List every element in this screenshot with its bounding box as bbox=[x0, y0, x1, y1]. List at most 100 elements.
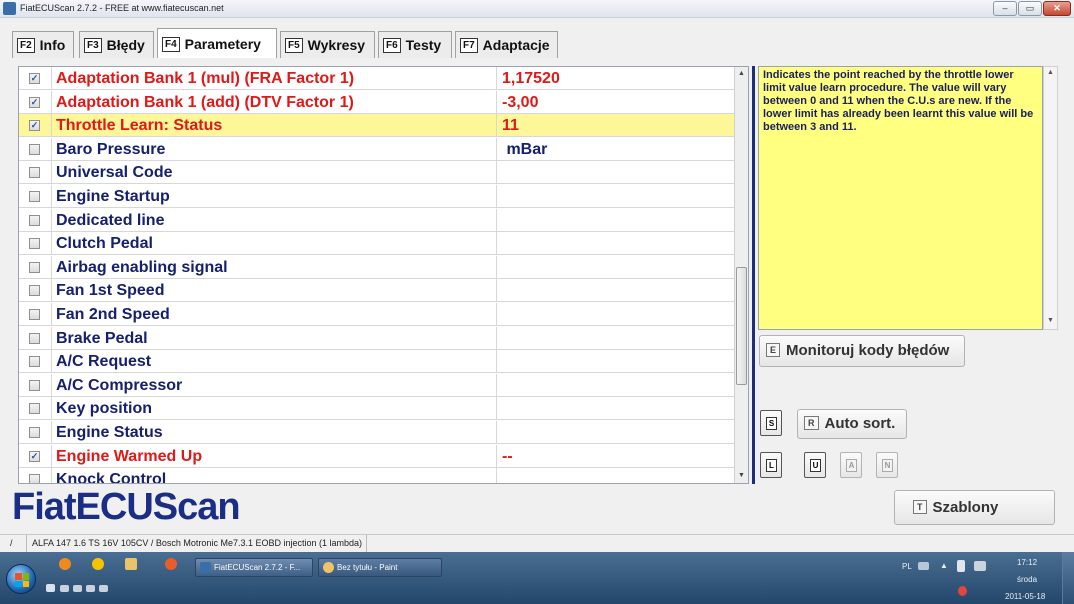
button-key: L bbox=[766, 459, 777, 472]
task-paint[interactable]: Bez tytułu - Paint bbox=[318, 558, 442, 577]
task-fiatecuscan[interactable]: FiatECUScan 2.7.2 - F... bbox=[195, 558, 313, 577]
parameter-row[interactable]: A/C Request bbox=[19, 350, 735, 374]
paint-task-icon bbox=[323, 562, 334, 573]
panel-divider[interactable] bbox=[752, 66, 755, 484]
parameter-checkbox[interactable] bbox=[29, 191, 40, 202]
templates-button[interactable]: T Szablony bbox=[894, 490, 1055, 525]
parameter-row[interactable]: Brake Pedal bbox=[19, 326, 735, 350]
parameter-checkbox[interactable] bbox=[29, 309, 40, 320]
drive-icon[interactable] bbox=[73, 585, 82, 592]
tab-testy[interactable]: F6 Testy bbox=[378, 31, 452, 58]
parameter-name: Engine Startup bbox=[51, 185, 496, 208]
close-button[interactable]: ✕ bbox=[1043, 1, 1071, 16]
browser-icon[interactable] bbox=[59, 558, 71, 570]
network-icon[interactable] bbox=[974, 561, 986, 571]
parameter-value: 11 bbox=[496, 114, 735, 138]
button-label: Monitoruj kody błędów bbox=[786, 342, 950, 359]
parameter-row[interactable]: Engine Status bbox=[19, 421, 735, 444]
parameter-checkbox[interactable]: ✓ bbox=[29, 450, 40, 462]
tab-wykresy[interactable]: F5 Wykresy bbox=[280, 31, 375, 58]
parameter-row[interactable]: Clutch Pedal bbox=[19, 232, 735, 256]
show-hidden-icons-icon[interactable]: ▲ bbox=[940, 561, 948, 570]
parameter-row[interactable]: ✓ Adaptation Bank 1 (mul) (FRA Factor 1) 1… bbox=[19, 67, 735, 90]
parameter-row[interactable]: A/C Compressor bbox=[19, 373, 735, 397]
u-button[interactable]: U bbox=[804, 452, 826, 478]
tab-key: F2 bbox=[17, 38, 35, 53]
tab-bledy[interactable]: F3 Błędy bbox=[79, 31, 154, 58]
n-button[interactable]: N bbox=[876, 452, 898, 478]
parameter-row[interactable]: ✓ Throttle Learn: Status 11 bbox=[19, 114, 735, 138]
parameter-row[interactable]: Fan 1st Speed bbox=[19, 279, 735, 303]
parameter-checkbox[interactable]: ✓ bbox=[29, 120, 40, 132]
tab-label: Wykresy bbox=[307, 37, 366, 53]
parameter-row[interactable]: Key position bbox=[19, 397, 735, 421]
settings-icon[interactable] bbox=[92, 558, 104, 570]
parameter-value bbox=[496, 185, 735, 208]
parameter-checkbox[interactable] bbox=[29, 261, 40, 273]
parameter-value bbox=[496, 303, 735, 326]
vehicle-status: ALFA 147 1.6 TS 16V 105CV / Bosch Motron… bbox=[28, 535, 368, 553]
maximize-button[interactable]: ▭ bbox=[1018, 1, 1042, 16]
s-button[interactable]: S bbox=[760, 410, 782, 436]
parameter-checkbox[interactable] bbox=[29, 167, 40, 179]
firefox-icon[interactable] bbox=[165, 558, 177, 570]
parameter-name: Dedicated line bbox=[51, 208, 496, 232]
clock-date[interactable]: 2011-05-18 bbox=[1005, 592, 1045, 601]
tab-key: F7 bbox=[460, 38, 478, 53]
a-button[interactable]: A bbox=[840, 452, 862, 478]
keyboard-icon[interactable] bbox=[918, 562, 929, 570]
parameter-checkbox[interactable] bbox=[29, 238, 40, 250]
parameter-checkbox[interactable] bbox=[29, 214, 40, 226]
parameter-row[interactable]: ✓ Adaptation Bank 1 (add) (DTV Factor 1) -… bbox=[19, 90, 735, 114]
parameter-row[interactable]: Baro Pressure mBar bbox=[19, 137, 735, 161]
window-title: FiatECUScan 2.7.2 - FREE at www.fiatecus… bbox=[20, 3, 224, 13]
description-scrollbar[interactable]: ▲ ▼ bbox=[1043, 66, 1058, 330]
parameter-checkbox[interactable]: ✓ bbox=[29, 73, 40, 84]
parameter-row[interactable]: Dedicated line bbox=[19, 208, 735, 232]
grid-scrollbar[interactable]: ▲ ▼ bbox=[734, 67, 748, 483]
scroll-down-icon[interactable]: ▼ bbox=[1044, 317, 1057, 324]
folder-icon[interactable] bbox=[125, 558, 137, 570]
parameter-checkbox[interactable] bbox=[29, 332, 40, 344]
parameter-row[interactable]: Airbag enabling signal bbox=[19, 255, 735, 279]
monitor-errors-button[interactable]: E Monitoruj kody błędów bbox=[759, 335, 965, 367]
parameter-name: Knock Control bbox=[51, 468, 496, 483]
auto-sort-button[interactable]: R Auto sort. bbox=[797, 409, 907, 439]
parameter-row[interactable]: Engine Startup bbox=[19, 185, 735, 208]
minimize-button[interactable]: – bbox=[993, 1, 1017, 16]
parameter-checkbox[interactable] bbox=[29, 285, 40, 297]
scroll-up-icon[interactable]: ▲ bbox=[735, 67, 748, 81]
button-key: R bbox=[804, 416, 819, 430]
parameter-checkbox[interactable] bbox=[29, 403, 40, 415]
tab-parametery[interactable]: F4 Parametery bbox=[157, 28, 277, 58]
tab-info[interactable]: F2 Info bbox=[12, 31, 74, 58]
volume-icon[interactable] bbox=[958, 586, 967, 596]
parameter-checkbox[interactable] bbox=[29, 143, 40, 155]
scroll-down-icon[interactable]: ▼ bbox=[735, 469, 748, 483]
parameter-checkbox[interactable] bbox=[29, 427, 40, 438]
scroll-up-icon[interactable]: ▲ bbox=[1044, 69, 1057, 76]
parameter-row[interactable]: ✓ Engine Warmed Up -- bbox=[19, 444, 735, 468]
show-desktop-button[interactable] bbox=[1062, 552, 1074, 604]
l-button[interactable]: L bbox=[760, 452, 782, 478]
parameter-checkbox[interactable] bbox=[29, 379, 40, 391]
drive-icon[interactable] bbox=[99, 585, 108, 592]
parameter-row[interactable]: Fan 2nd Speed bbox=[19, 303, 735, 326]
tab-adaptacje[interactable]: F7 Adaptacje bbox=[455, 31, 558, 58]
clock-time[interactable]: 17:12 bbox=[1017, 558, 1037, 567]
parameter-checkbox[interactable]: ✓ bbox=[29, 96, 40, 108]
parameter-checkbox[interactable] bbox=[29, 356, 40, 368]
button-label: Szablony bbox=[932, 499, 999, 516]
drive-icon[interactable] bbox=[86, 585, 95, 592]
usb-icon[interactable] bbox=[957, 560, 965, 572]
language-indicator[interactable]: PL bbox=[902, 562, 912, 571]
quicklaunch-icon[interactable] bbox=[46, 584, 55, 592]
button-key: U bbox=[810, 459, 821, 472]
drive-icon[interactable] bbox=[60, 585, 69, 592]
parameter-checkbox[interactable] bbox=[29, 474, 40, 483]
clock-day[interactable]: środa bbox=[1017, 575, 1037, 584]
parameter-row[interactable]: Universal Code bbox=[19, 161, 735, 185]
start-button[interactable] bbox=[6, 564, 36, 594]
scroll-thumb[interactable] bbox=[736, 267, 747, 385]
parameter-row[interactable]: Knock Control bbox=[19, 468, 735, 483]
